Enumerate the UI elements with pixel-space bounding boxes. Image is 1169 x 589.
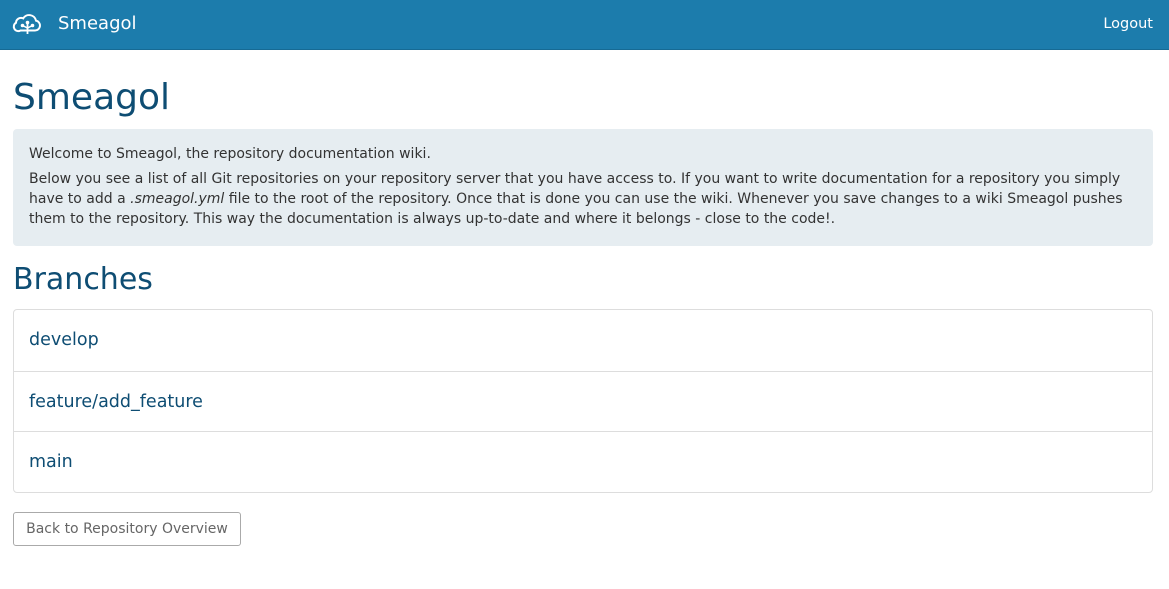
page-title: Smeagol bbox=[13, 77, 171, 118]
instructions-text: Below you see a list of all Git reposito… bbox=[29, 169, 1137, 229]
brand-name: Smeagol bbox=[58, 13, 137, 34]
cloud-icon bbox=[12, 14, 41, 34]
branch-item-main[interactable]: main bbox=[14, 431, 1152, 492]
top-navbar: Smeagol Logout bbox=[0, 0, 1169, 50]
welcome-text: Welcome to Smeagol, the repository docum… bbox=[29, 146, 431, 162]
branch-link[interactable]: develop bbox=[29, 330, 99, 350]
branch-link[interactable]: main bbox=[29, 452, 73, 472]
branch-item-develop[interactable]: develop bbox=[14, 310, 1152, 371]
config-filename: .smeagol.yml bbox=[130, 191, 225, 207]
branch-link[interactable]: feature/add_feature bbox=[29, 392, 203, 412]
welcome-info-box: Welcome to Smeagol, the repository docum… bbox=[13, 129, 1153, 246]
logout-link[interactable]: Logout bbox=[1103, 15, 1153, 33]
branch-list: develop feature/add_feature main bbox=[13, 309, 1153, 494]
branch-item-feature-add-feature[interactable]: feature/add_feature bbox=[14, 370, 1152, 432]
branches-heading: Branches bbox=[13, 262, 153, 297]
brand-link[interactable]: Smeagol bbox=[12, 12, 137, 36]
back-to-repository-overview-button[interactable]: Back to Repository Overview bbox=[13, 512, 241, 546]
